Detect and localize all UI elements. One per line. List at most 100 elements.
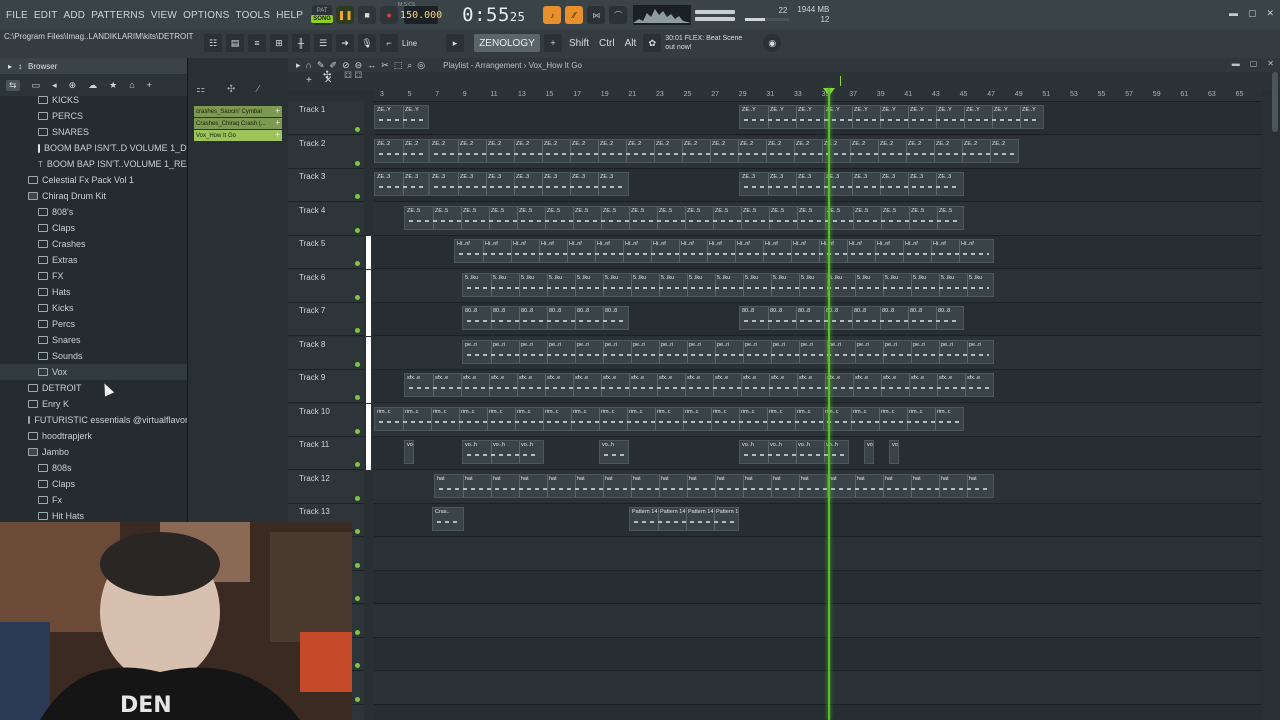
browser-item[interactable]: FX (0, 268, 187, 284)
track-lane[interactable] (374, 671, 1262, 705)
browser-nav-icon[interactable]: ↕ (18, 62, 22, 71)
browser-arrow-icon[interactable]: ▸ (8, 62, 12, 71)
track-header[interactable]: Track 10 (288, 403, 364, 437)
browser-item[interactable]: SNARES (0, 124, 187, 140)
timeline-ruler[interactable]: 3 5 7 9 11 13 15 17 19 21 23 25 27 29 31 33 35 37 39 41 43 45… (374, 90, 1262, 102)
playlist-minimize-icon[interactable]: ▬ (1232, 59, 1240, 68)
track-lane[interactable] (374, 537, 1262, 571)
ctrl-key[interactable]: Ctrl (596, 38, 618, 49)
tempo-display[interactable]: 150.000 (400, 6, 442, 24)
browser-item[interactable]: 808s (0, 460, 187, 476)
star-icon[interactable]: ★ (109, 80, 117, 91)
browser-item[interactable]: BOOM BAP ISN'T..D VOLUME 1_DEMO (0, 140, 187, 156)
pattern-clip[interactable]: hat hat hat hat hat hat hat hat hat hat hat hat hat h… (434, 473, 994, 498)
browser-item[interactable]: Extras (0, 252, 187, 268)
track-header[interactable]: Track 1 (288, 102, 364, 135)
menu-item-tools[interactable]: TOOLS (232, 10, 273, 21)
track-mute-led[interactable] (355, 328, 360, 333)
track-mute-led[interactable] (355, 361, 360, 367)
snap-selector[interactable]: Line (402, 39, 442, 48)
news-icon[interactable]: ✿ (643, 34, 662, 52)
browser-item[interactable]: 808's (0, 204, 187, 220)
browser-header[interactable]: ▸ ↕ Browser (0, 58, 187, 74)
add-folder-icon[interactable]: + (147, 80, 152, 90)
pattern-clip[interactable]: rim..c rim..c rim..c rim..c rim..c rim..c rim.… (374, 406, 964, 431)
pattern-clip[interactable]: ZE..Y ZE..Y (374, 105, 429, 129)
track-lane[interactable] (374, 504, 1262, 537)
playback-icon[interactable]: ◎ (417, 60, 425, 71)
track-header[interactable]: Track 12 (288, 470, 364, 504)
add-icon[interactable]: + (544, 34, 562, 52)
pattern-clip[interactable]: ZE..3 ZE..3 ZE..3 ZE..3 ZE..3 ZE..3 ZE..3 (429, 172, 629, 196)
slip-icon[interactable]: ↔ (367, 60, 376, 71)
browser-item[interactable]: Percs (0, 316, 187, 332)
folder-icon[interactable]: ▭ (32, 80, 41, 91)
plugin-picker-icon[interactable]: ☰ (314, 34, 332, 52)
mixer-icon[interactable]: ⊞ (270, 34, 288, 52)
stop-button[interactable]: ■ (358, 6, 377, 24)
browser-item[interactable]: Celestial Fx Pack Vol 1 (0, 172, 187, 188)
menu-item-add[interactable]: ADD (61, 10, 89, 21)
track-mute-led[interactable] (355, 462, 360, 467)
mute-icon[interactable]: ⊖ (355, 60, 363, 71)
pattern-clip[interactable]: ZE..3 ZE..3 ZE..3 ZE..3 ZE..3 ZE..3 ZE..3 ZE..3 (739, 172, 964, 196)
play-button[interactable]: ❚❚ (336, 6, 355, 24)
browser-item[interactable]: Kicks (0, 300, 187, 316)
browser-item[interactable]: Hats (0, 284, 187, 300)
track-mute-led[interactable] (355, 663, 360, 668)
loop-record-icon[interactable]: ⌒ (609, 6, 628, 24)
pattern-clip[interactable]: 80..8 80..8 80..8 80..8 80..8 80..8 (462, 306, 629, 330)
track-lane[interactable] (374, 604, 1262, 638)
track-header[interactable]: Track 11 (288, 437, 364, 470)
online-icon[interactable]: ◉ (763, 34, 782, 52)
playhead[interactable] (828, 88, 830, 720)
track-mute-led[interactable] (355, 596, 360, 601)
track-mute-led[interactable] (355, 127, 360, 132)
pattern-clip[interactable]: Pattern 14 Pattern 14 Pattern 14 Pattern 14 (629, 507, 739, 531)
snap-icon[interactable]: ⌐ (380, 34, 398, 52)
pattern-clip[interactable]: Cras.. (432, 507, 464, 531)
plugin-selector[interactable]: ZENOLOGY (474, 34, 540, 52)
picker-move-icon[interactable]: ✣ (227, 84, 235, 95)
record-button[interactable]: ● (380, 6, 399, 24)
track-mute-led[interactable] (355, 529, 360, 534)
pattern-clip[interactable]: sfx..e sfx..e sfx..e sfx..e sfx..e sfx..e sfx.… (404, 373, 994, 397)
zoom-icon[interactable]: ⌕ (407, 60, 412, 71)
channels-icon[interactable]: ╫ (292, 34, 310, 52)
speaker-icon[interactable]: ◂ (52, 80, 57, 91)
song-position-display[interactable]: 0:5525 (462, 4, 525, 26)
track-header[interactable]: Track 2 (288, 135, 364, 169)
browser-item[interactable]: Crashes (0, 236, 187, 252)
select-icon[interactable]: ⬚ (394, 60, 403, 71)
all-filter-icon[interactable]: ⇆ (6, 79, 20, 91)
browser-item[interactable]: Claps (0, 476, 187, 492)
playlist-expand-icon[interactable]: ✣ (323, 70, 331, 81)
pattern-clip[interactable]: pe..ri pe..ri pe..ri pe..ri pe..ri pe..ri pe..… (462, 339, 994, 364)
track-mute-led[interactable] (355, 629, 360, 635)
track-mute-led[interactable] (355, 495, 360, 501)
close-icon[interactable]: ✕ (1266, 8, 1274, 19)
picker-item[interactable]: crashes_Saucin' Cymbal (194, 106, 282, 117)
menu-item-patterns[interactable]: PATTERNS (88, 10, 147, 21)
picker-pattern-icon[interactable]: ⚏ (196, 84, 205, 95)
track-mute-led[interactable] (355, 227, 360, 233)
browser-item[interactable]: Vox (0, 364, 187, 380)
channel-rack-icon[interactable]: ≡ (248, 34, 266, 52)
track-lane[interactable] (374, 705, 1262, 720)
metronome-icon[interactable]: ♪ (543, 6, 562, 24)
browser-item[interactable]: Claps (0, 220, 187, 236)
playlist-icon[interactable]: ☷ (204, 34, 222, 52)
pattern-clip[interactable]: ZE..Y ZE..Y ZE..Y ZE..Y ZE..Y ZE..Y ZE..Y ZE..Y… (739, 105, 1044, 129)
arrow-tool-icon[interactable]: ▸ (296, 60, 301, 71)
maximize-icon[interactable]: ▢ (1248, 8, 1257, 19)
track-header[interactable]: Track 3 (288, 169, 364, 202)
microphone-icon[interactable]: 🎙 (358, 34, 376, 52)
menu-item-view[interactable]: VIEW (148, 10, 180, 21)
vertical-scrollbar[interactable] (1272, 72, 1278, 132)
arrow-icon[interactable]: ➜ (336, 34, 354, 52)
shift-key[interactable]: Shift (566, 38, 592, 49)
track-header[interactable]: Track 8 (288, 336, 364, 370)
pattern-clip[interactable]: ZE..2 ZE..2 ZE..2 ZE..2 ZE..2 ZE..2 ZE..2 ZE..2… (429, 138, 1019, 163)
picker-item[interactable]: Vox_How It Go (194, 130, 282, 141)
countdown-icon[interactable]: ⋈ (587, 6, 606, 24)
